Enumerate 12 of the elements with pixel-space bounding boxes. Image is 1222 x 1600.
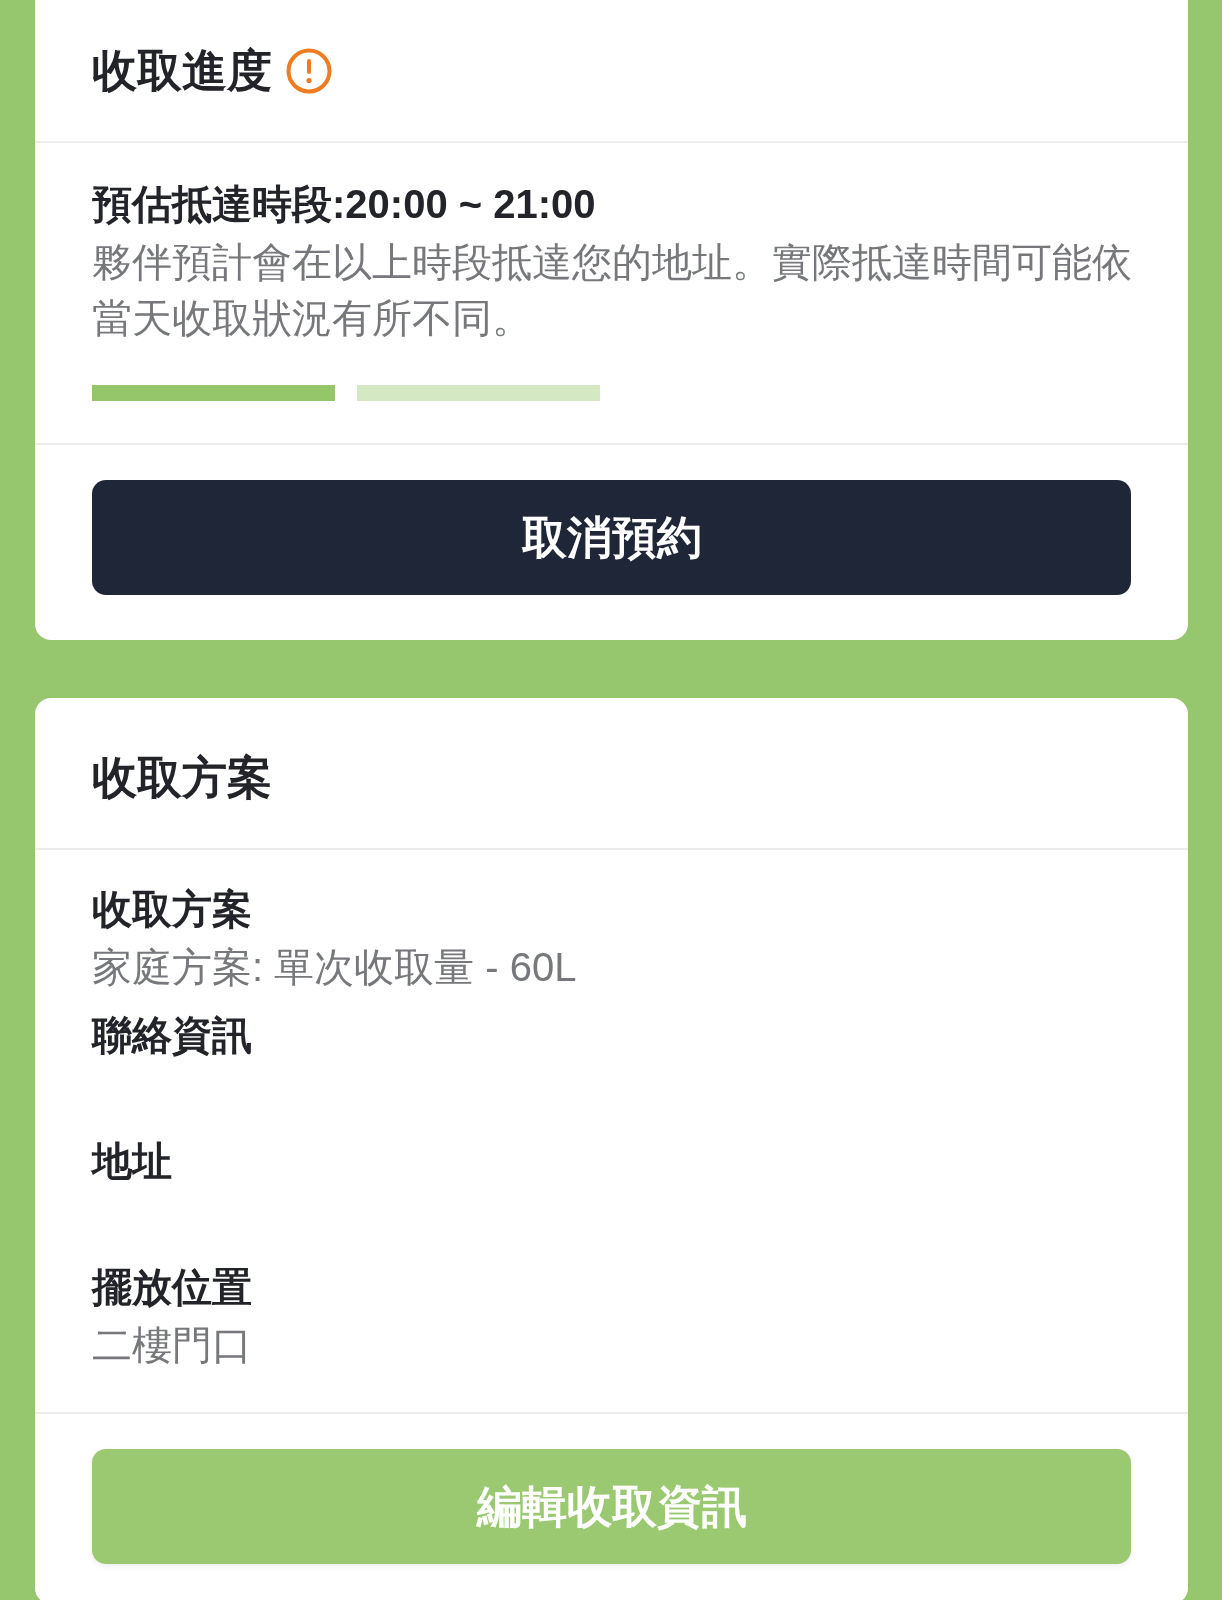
field-label: 地址 xyxy=(92,1138,172,1185)
card-title: 收取進度 xyxy=(92,44,272,98)
card-title: 收取方案 xyxy=(92,751,272,805)
field-value: 家庭方案: 單次收取量 - 60L xyxy=(92,944,577,991)
field-label: 聯絡資訊 xyxy=(92,1012,252,1059)
warning-icon xyxy=(286,48,332,94)
cancel-booking-button[interactable]: 取消預約 xyxy=(92,480,1131,595)
field-label: 收取方案 xyxy=(92,886,252,933)
field-label: 擺放位置 xyxy=(92,1264,252,1311)
field-value: 二樓門口 xyxy=(92,1322,252,1369)
arrival-description: 夥伴預計會在以上時段抵達您的地址。實際抵達時間可能依當天收取狀況有所不同。 xyxy=(92,239,1133,342)
arrival-time-window: 預估抵達時段:20:00 ~ 21:00 xyxy=(92,176,1138,232)
